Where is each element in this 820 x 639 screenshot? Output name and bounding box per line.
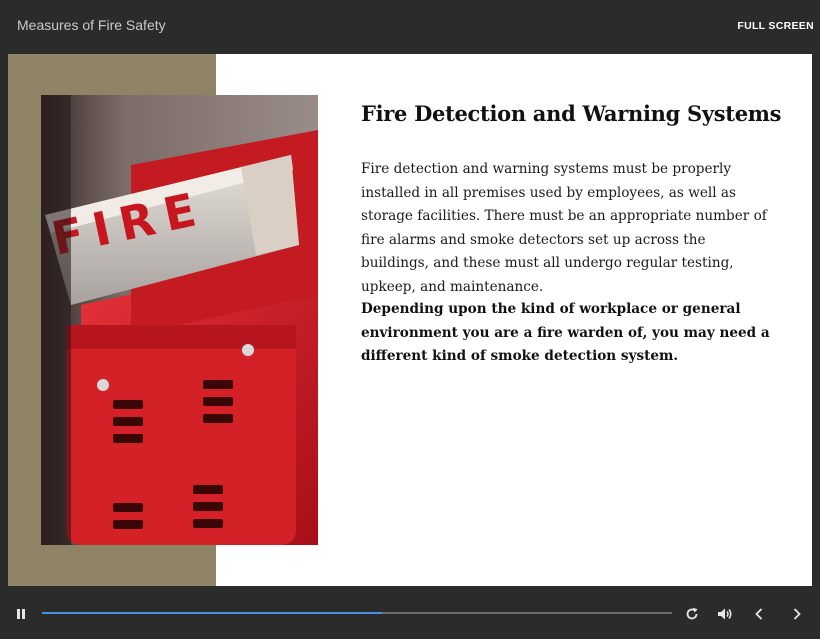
player-controls — [0, 587, 820, 639]
top-bar: Measures of Fire Safety FULL SCREEN — [0, 0, 820, 53]
slide-heading: Fire Detection and Warning Systems — [361, 101, 782, 126]
chevron-right-icon — [793, 608, 801, 620]
pause-button[interactable] — [12, 605, 30, 623]
fullscreen-button[interactable]: FULL SCREEN — [737, 20, 814, 32]
course-title: Measures of Fire Safety — [17, 17, 166, 33]
next-slide-button[interactable] — [788, 605, 806, 623]
chevron-left-icon — [755, 608, 763, 620]
replay-button[interactable] — [683, 605, 701, 623]
replay-icon — [686, 607, 698, 620]
volume-icon — [718, 608, 732, 620]
previous-slide-button[interactable] — [750, 605, 768, 623]
slide-canvas: FIRE Fire Detection and Warning Systems … — [8, 54, 812, 586]
slide-body-text: Fire detection and warning systems must … — [361, 161, 767, 295]
volume-button[interactable] — [716, 605, 734, 623]
slide-emphasis-text: Depending upon the kind of workplace or … — [361, 301, 770, 364]
progress-bar[interactable] — [42, 612, 672, 614]
pause-icon — [17, 609, 25, 619]
fire-alarm-photo: FIRE — [41, 95, 318, 545]
progress-fill — [42, 612, 383, 614]
